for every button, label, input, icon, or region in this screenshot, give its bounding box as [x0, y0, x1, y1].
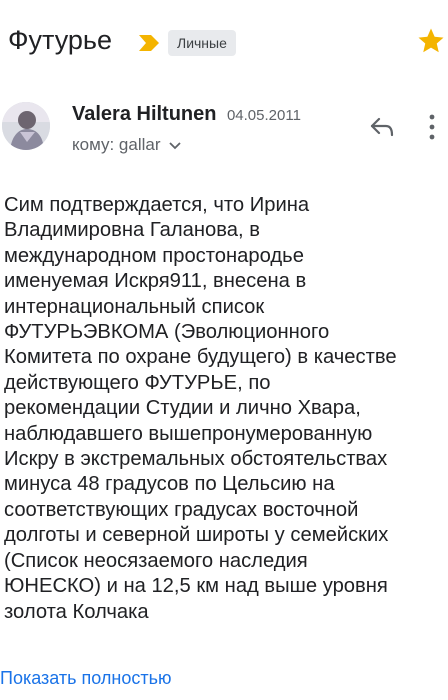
reply-icon[interactable]: [368, 115, 396, 139]
avatar[interactable]: [2, 102, 50, 150]
message-header: Valera Hiltunen 04.05.2011 кому: gallar: [0, 95, 448, 165]
message-body: Сим подтверждается, что Ирина Владимиров…: [4, 194, 397, 623]
label-chip[interactable]: Личные: [168, 30, 236, 56]
message-date: 04.05.2011: [226, 107, 301, 124]
chevron-down-icon: [169, 141, 181, 149]
important-marker-icon[interactable]: [139, 35, 159, 51]
avatar-photo: [2, 102, 50, 150]
sender-line: Valera Hiltunen 04.05.2011: [72, 103, 301, 126]
star-icon[interactable]: [416, 26, 446, 56]
more-vert-icon[interactable]: [426, 111, 438, 143]
show-more-link[interactable]: Показать полностью: [0, 668, 171, 689]
recipient-text: кому: gallar: [72, 135, 161, 154]
subject-header: Футурье Личные: [0, 22, 448, 66]
sender-name[interactable]: Valera Hiltunen: [72, 103, 217, 125]
subject-title: Футурье: [8, 25, 112, 55]
recipient-details[interactable]: кому: gallar: [72, 135, 181, 155]
